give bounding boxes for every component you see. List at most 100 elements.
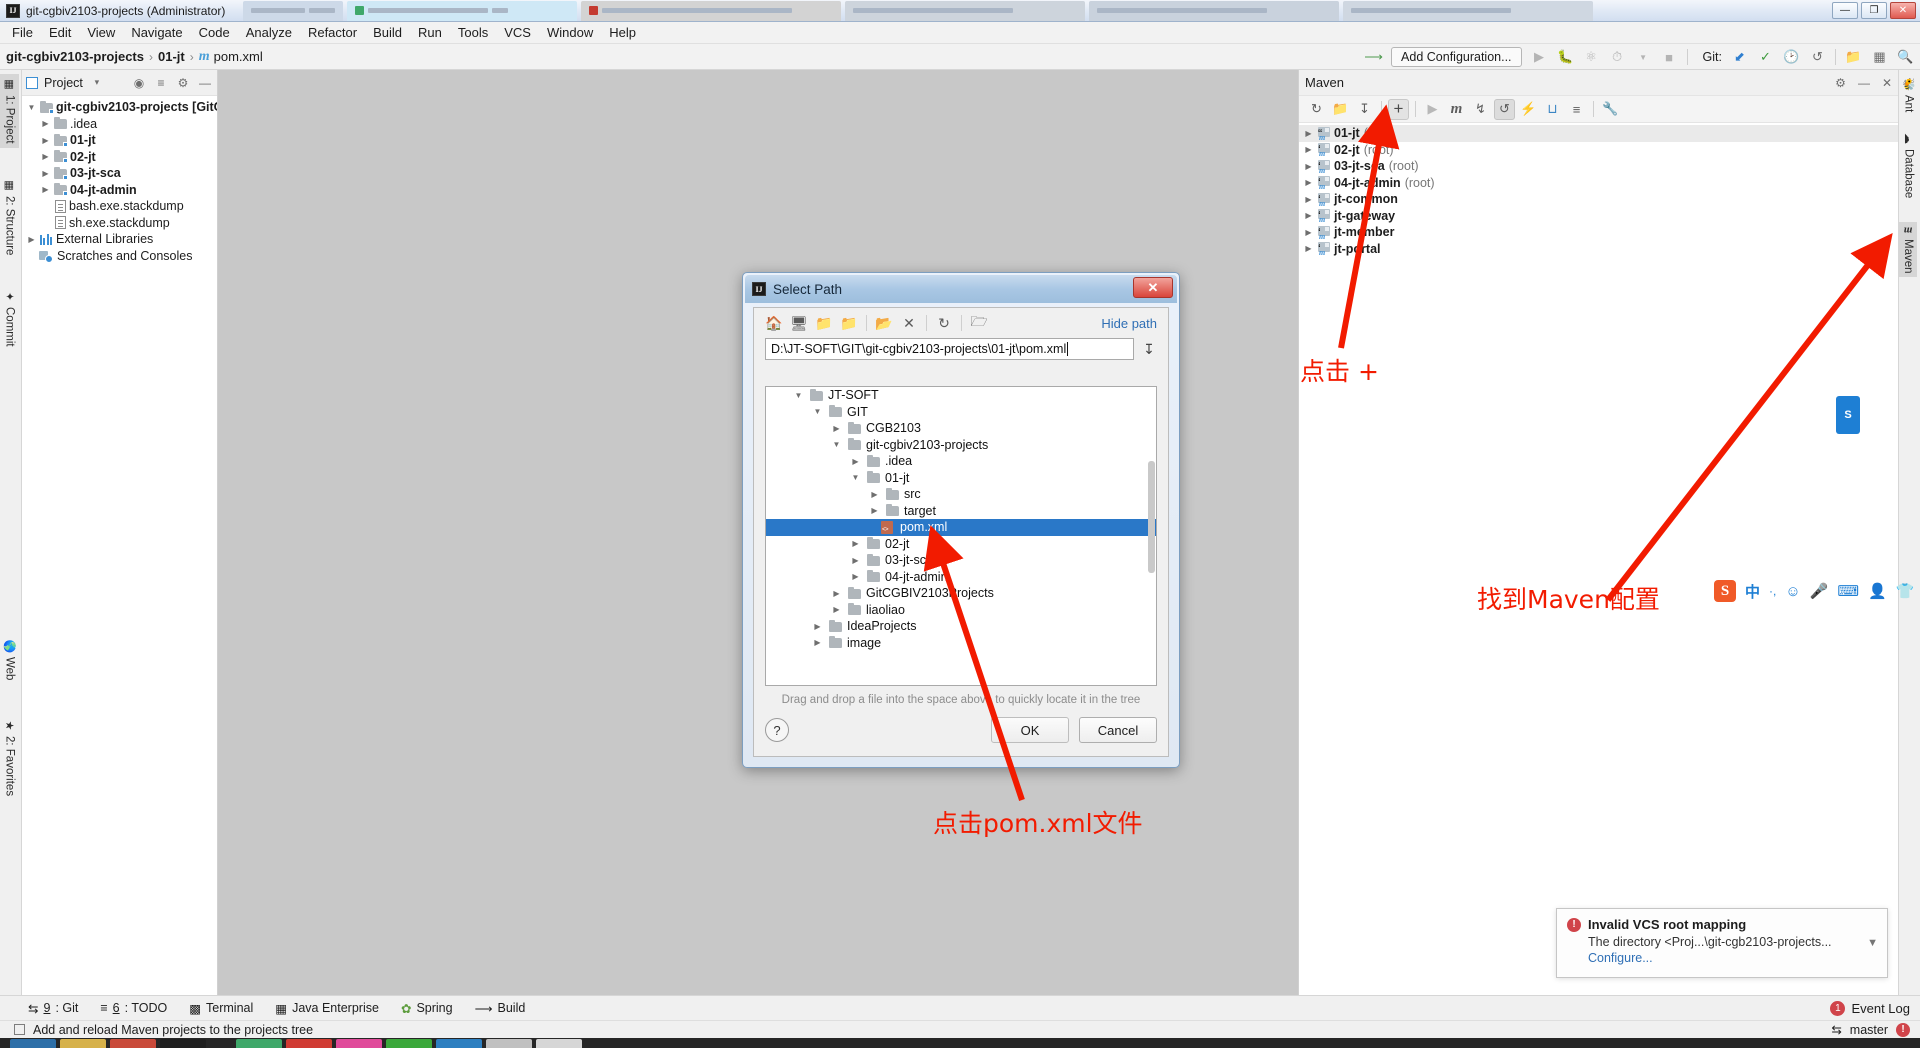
twisty-icon[interactable]: ▶ — [1303, 195, 1314, 204]
plus-icon[interactable]: + — [1388, 98, 1409, 120]
file-tree-row[interactable]: ▶ IdeaProjects — [766, 618, 1156, 635]
tree-row[interactable]: ▶ 01-jt — [22, 132, 217, 149]
taskbar-item[interactable] — [10, 1038, 56, 1048]
taskbar-item[interactable] — [60, 1038, 106, 1048]
twisty-icon[interactable]: ▶ — [1303, 244, 1314, 253]
file-tree-row-selected[interactable]: pom.xml — [766, 519, 1156, 536]
ime-punctuation-toggle[interactable]: ·, — [1769, 584, 1776, 598]
sidebar-item-database[interactable]: ☁ Database — [1899, 128, 1918, 202]
file-tree-row[interactable]: ▶ CGB2103 — [766, 420, 1156, 437]
twisty-icon[interactable]: ▶ — [40, 152, 51, 161]
menu-item-vcs[interactable]: VCS — [496, 23, 539, 42]
file-tree-row[interactable]: ▶ GitCGBIV2103Projects — [766, 585, 1156, 602]
twisty-icon[interactable]: ▶ — [830, 605, 843, 614]
ok-button[interactable]: OK — [991, 717, 1069, 743]
menu-item-navigate[interactable]: Navigate — [123, 23, 190, 42]
run-with-coverage-icon[interactable]: ⚛ — [1583, 49, 1600, 66]
twisty-icon[interactable]: ▶ — [1303, 178, 1314, 187]
tool-tab-todo[interactable]: ≡ 6 : TODO — [100, 1001, 167, 1015]
git-branch-label[interactable]: master — [1850, 1023, 1888, 1037]
sidebar-item-commit[interactable]: ✦ Commit — [0, 286, 19, 351]
file-tree-row[interactable]: ▶ 03-jt-sca — [766, 552, 1156, 569]
maven-project-row[interactable]: ▶ m jt-gateway — [1299, 208, 1898, 225]
sidebar-item-project[interactable]: ▦ 1: Project — [0, 74, 19, 148]
tree-row[interactable]: ▶ 02-jt — [22, 149, 217, 166]
git-update-icon[interactable]: ⬋ — [1731, 49, 1748, 66]
run-icon[interactable]: ▶ — [1531, 49, 1548, 66]
toggle-skip-tests-icon[interactable]: ↯ — [1470, 99, 1491, 120]
twisty-icon[interactable]: ▶ — [811, 622, 824, 631]
tree-row[interactable]: sh.exe.stackdump — [22, 215, 217, 232]
menu-item-analyze[interactable]: Analyze — [238, 23, 300, 42]
twisty-icon[interactable]: ▼ — [811, 407, 824, 416]
twisty-icon[interactable]: ▶ — [26, 235, 37, 244]
sidebar-item-maven[interactable]: m Maven — [1899, 222, 1917, 278]
git-rollback-icon[interactable]: ↺ — [1809, 49, 1826, 66]
twisty-icon[interactable]: ▼ — [849, 473, 862, 482]
download-sources-icon[interactable]: ↧ — [1354, 99, 1375, 120]
profile-icon[interactable]: ⏱ — [1609, 49, 1626, 66]
path-input[interactable]: D:\JT-SOFT\GIT\git-cgbiv2103-projects\01… — [765, 338, 1134, 360]
file-tree-row[interactable]: ▶ .idea — [766, 453, 1156, 470]
menu-item-build[interactable]: Build — [365, 23, 410, 42]
menu-item-window[interactable]: Window — [539, 23, 601, 42]
tree-row[interactable]: ▶ External Libraries — [22, 231, 217, 248]
tool-tab-spring[interactable]: ✿ Spring — [401, 1001, 453, 1016]
tree-row[interactable]: ▶ 03-jt-sca — [22, 165, 217, 182]
maven-project-row[interactable]: ▶ m jt-common — [1299, 191, 1898, 208]
taskbar-item[interactable] — [286, 1038, 332, 1048]
tool-tab-java-enterprise[interactable]: ▦ Java Enterprise — [275, 1001, 379, 1016]
settings-gear-icon[interactable]: ⚙ — [1835, 76, 1846, 90]
twisty-icon[interactable]: ▶ — [849, 539, 862, 548]
menu-item-tools[interactable]: Tools — [450, 23, 496, 42]
tool-tab-terminal[interactable]: ▩ Terminal — [189, 1001, 253, 1016]
taskbar-item[interactable] — [110, 1038, 156, 1048]
twisty-icon[interactable]: ▶ — [830, 424, 843, 433]
file-tree-row[interactable]: ▶ liaoliao — [766, 602, 1156, 619]
git-history-icon[interactable]: 🕑 — [1783, 49, 1800, 66]
twisty-icon[interactable]: ▶ — [40, 136, 51, 145]
file-tree-row[interactable]: ▼ 01-jt — [766, 470, 1156, 487]
sidebar-item-favorites[interactable]: ★ 2: Favorites — [0, 715, 19, 800]
project-structure-icon[interactable]: 📁 — [1845, 49, 1862, 66]
twisty-icon[interactable]: ▶ — [1303, 162, 1314, 171]
build-hammer-icon[interactable]: ⟶ — [1364, 49, 1383, 66]
taskbar-item[interactable] — [236, 1038, 282, 1048]
history-dropdown-icon[interactable]: ↧ — [1141, 341, 1157, 358]
sidebar-item-structure[interactable]: ▦ 2: Structure — [0, 175, 19, 259]
run-maven-build-icon[interactable]: m — [1446, 99, 1467, 120]
tree-row[interactable]: Scratches and Consoles — [22, 248, 217, 265]
maven-project-row[interactable]: ▶ m jt-member — [1299, 224, 1898, 241]
taskbar-item[interactable] — [486, 1038, 532, 1048]
sogou-ime-handle[interactable]: S — [1836, 396, 1860, 434]
new-folder-icon[interactable]: 📂 — [873, 312, 895, 334]
file-tree-row[interactable]: ▶ src — [766, 486, 1156, 503]
taskbar-item[interactable] — [536, 1038, 582, 1048]
delete-icon[interactable]: ✕ — [898, 312, 920, 334]
file-tree-row[interactable]: ▼ JT-SOFT — [766, 387, 1156, 404]
collapse-all-icon[interactable]: ≡ — [153, 76, 169, 90]
taskbar-item[interactable] — [436, 1038, 482, 1048]
file-tree-row[interactable]: ▼ GIT — [766, 404, 1156, 421]
sidebar-item-ant[interactable]: 🐝 Ant — [1899, 74, 1918, 117]
add-maven-project-icon[interactable]: 📁 — [1330, 99, 1351, 120]
twisty-icon[interactable]: ▶ — [849, 457, 862, 466]
chevron-down-icon[interactable]: ▼ — [1635, 49, 1652, 66]
breadcrumb-file[interactable]: pom.xml — [214, 49, 263, 64]
breadcrumb-module[interactable]: 01-jt — [158, 49, 185, 64]
breadcrumb-project[interactable]: git-cgbiv2103-projects — [6, 49, 144, 64]
twisty-icon[interactable]: ▶ — [811, 638, 824, 647]
menu-item-refactor[interactable]: Refactor — [300, 23, 365, 42]
settings-gear-icon[interactable]: ⚙ — [175, 76, 191, 90]
collapse-all-icon[interactable]: ≡ — [1566, 99, 1587, 120]
chevron-down-icon[interactable]: ▾ — [89, 77, 105, 88]
twisty-icon[interactable]: ▶ — [1303, 228, 1314, 237]
cancel-button[interactable]: Cancel — [1079, 717, 1157, 743]
twisty-icon[interactable]: ▶ — [40, 169, 51, 178]
menu-item-help[interactable]: Help — [601, 23, 644, 42]
minimize-icon[interactable]: — — [1858, 76, 1870, 90]
twisty-icon[interactable]: ▶ — [868, 490, 881, 499]
chevron-down-icon[interactable]: ▼ — [1867, 937, 1878, 949]
window-close-button[interactable]: ✕ — [1890, 2, 1916, 19]
file-tree[interactable]: ▼ JT-SOFT ▼ GIT ▶ CGB2103 ▼ git-cgbiv210… — [765, 386, 1157, 686]
